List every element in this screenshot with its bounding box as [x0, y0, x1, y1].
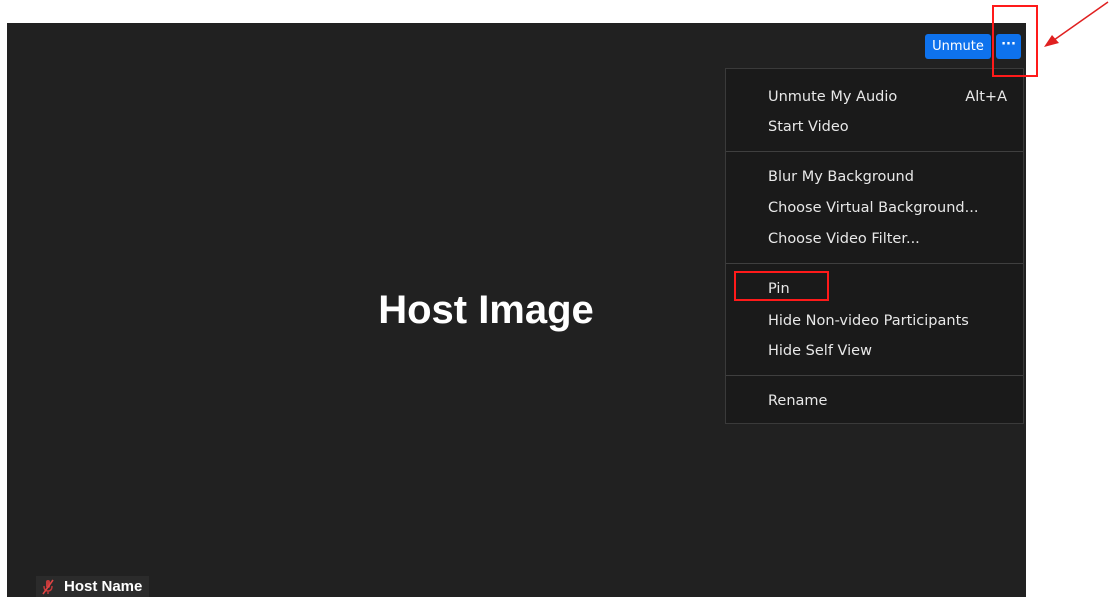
mic-muted-icon — [42, 579, 54, 595]
menu-item-label: Blur My Background — [768, 169, 914, 185]
menu-item-start-video[interactable]: Start Video — [768, 112, 1007, 142]
menu-item-unmute-my-audio[interactable]: Unmute My Audio Alt+A — [768, 82, 1007, 112]
menu-item-label: Hide Self View — [768, 343, 872, 359]
menu-item-shortcut: Alt+A — [965, 89, 1007, 105]
menu-divider — [726, 375, 1023, 376]
menu-item-label: Choose Video Filter... — [768, 231, 920, 247]
unmute-button[interactable]: Unmute — [925, 34, 991, 59]
menu-item-label: Hide Non-video Participants — [768, 313, 969, 329]
menu-item-blur-my-background[interactable]: Blur My Background — [768, 162, 1007, 192]
menu-item-hide-self-view[interactable]: Hide Self View — [768, 336, 1007, 366]
menu-item-label: Rename — [768, 393, 828, 409]
menu-item-label: Choose Virtual Background... — [768, 200, 979, 216]
pin-highlight-box — [734, 271, 829, 301]
menu-item-rename[interactable]: Rename — [768, 386, 1007, 416]
menu-item-label: Unmute My Audio — [768, 89, 898, 105]
menu-item-hide-non-video-participants[interactable]: Hide Non-video Participants — [768, 306, 1007, 336]
menu-item-choose-video-filter[interactable]: Choose Video Filter... — [768, 224, 1007, 254]
menu-divider — [726, 263, 1023, 264]
menu-item-label: Start Video — [768, 119, 849, 135]
more-button-highlight-box — [992, 5, 1038, 77]
participant-context-menu: Unmute My Audio Alt+A Start Video Blur M… — [725, 68, 1024, 424]
participant-name-tag: Host Name — [36, 576, 149, 597]
screenshot-canvas: Host Image Unmute ··· Unmute My Audio Al… — [0, 0, 1112, 597]
annotation-arrow — [1044, 1, 1109, 47]
menu-item-choose-virtual-background[interactable]: Choose Virtual Background... — [768, 193, 1007, 223]
participant-name: Host Name — [64, 578, 143, 595]
menu-divider — [726, 151, 1023, 152]
